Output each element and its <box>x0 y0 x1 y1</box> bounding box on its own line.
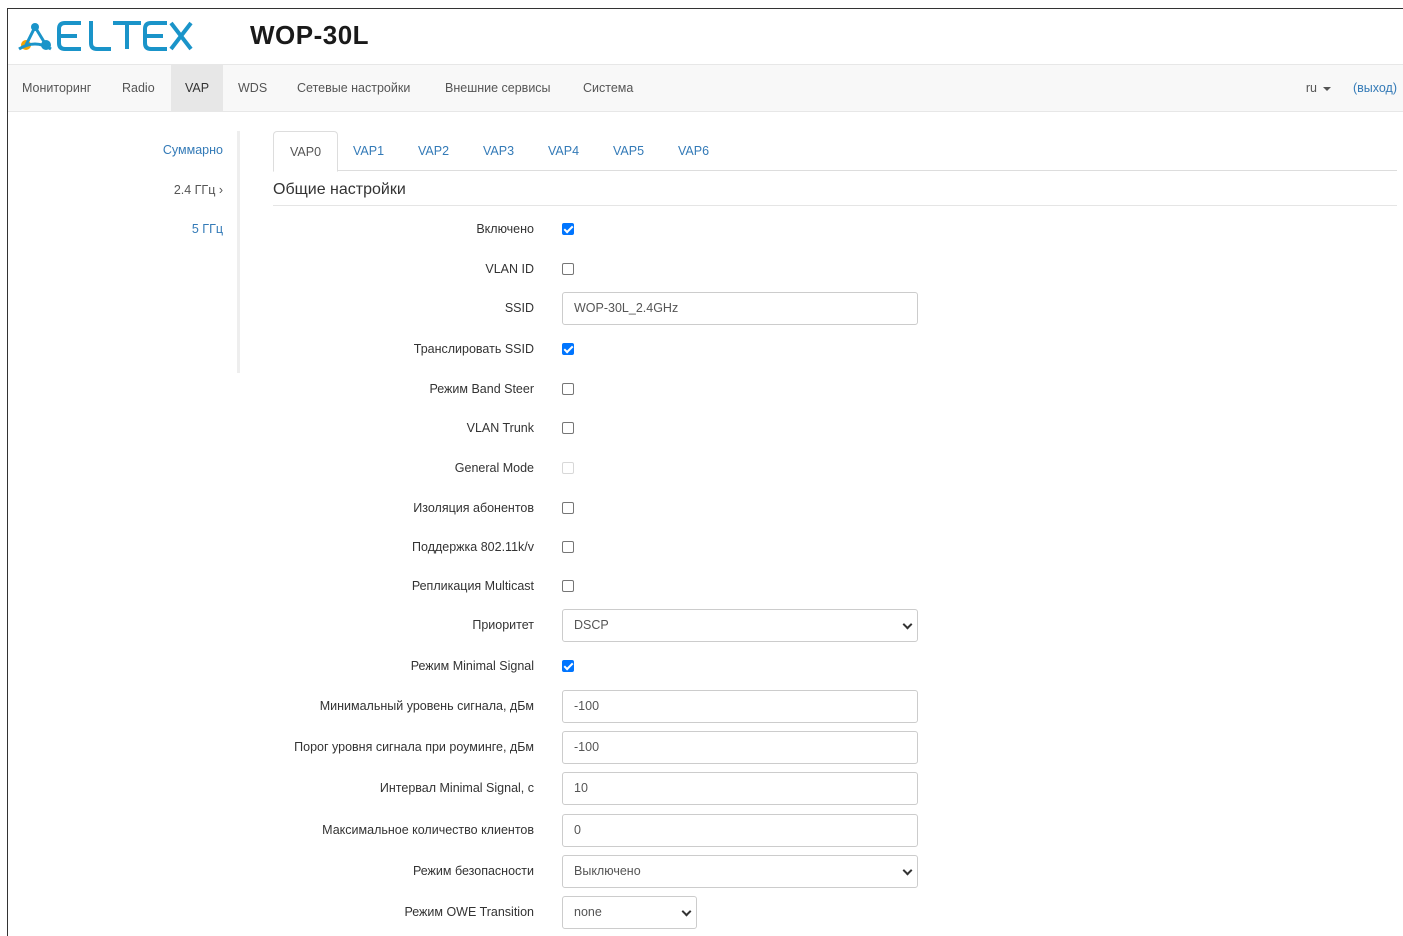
nav-item-system[interactable]: Система <box>569 65 647 111</box>
enabled-checkbox[interactable] <box>562 223 574 235</box>
row-ssid: SSID WOP-30L_2.4GHz <box>8 292 1008 325</box>
header: WOP-30L <box>8 9 1403 64</box>
row-enabled: Включено <box>8 213 1008 245</box>
label-isolation: Изоляция абонентов <box>413 501 534 515</box>
label-priority: Приоритет <box>472 618 534 632</box>
minimal-signal-checkbox[interactable] <box>562 660 574 672</box>
priority-value: DSCP <box>574 618 609 632</box>
row-vlan-id: VLAN ID <box>8 253 1008 285</box>
label-minimal-signal: Режим Minimal Signal <box>410 659 534 673</box>
label-max-clients: Максимальное количество клиентов <box>322 823 534 837</box>
caret-down-icon <box>1323 86 1331 91</box>
label-general-mode: General Mode <box>454 461 534 475</box>
nav-item-wds[interactable]: WDS <box>224 65 281 111</box>
language-label: ru <box>1305 81 1317 95</box>
tab-vap6[interactable]: VAP6 <box>662 131 725 171</box>
vlan-id-checkbox[interactable] <box>562 263 574 275</box>
label-roaming-threshold: Порог уровня сигнала при роуминге, дБм <box>294 740 534 754</box>
row-owe-transition: Режим OWE Transition none <box>8 896 1008 929</box>
max-clients-input[interactable]: 0 <box>562 814 918 847</box>
row-min-signal-level: Минимальный уровень сигнала, дБм -100 <box>8 690 1008 723</box>
row-priority: Приоритет DSCP <box>8 609 1008 642</box>
min-signal-level-input[interactable]: -100 <box>562 690 918 723</box>
vlan-trunk-checkbox[interactable] <box>562 422 574 434</box>
tab-vap2[interactable]: VAP2 <box>402 131 465 171</box>
label-80211kv: Поддержка 802.11k/v <box>412 540 534 554</box>
ssid-input[interactable]: WOP-30L_2.4GHz <box>562 292 918 325</box>
label-owe-transition: Режим OWE Transition <box>404 905 534 919</box>
chevron-down-icon <box>902 865 913 876</box>
tab-vap3[interactable]: VAP3 <box>467 131 530 171</box>
logout-link[interactable]: (выход) <box>1353 65 1397 111</box>
main-nav: Мониторинг Radio VAP WDS Сетевые настрой… <box>8 64 1403 112</box>
security-mode-select[interactable]: Выключено <box>562 855 918 888</box>
priority-select[interactable]: DSCP <box>562 609 918 642</box>
owe-transition-select[interactable]: none <box>562 896 697 929</box>
chevron-down-icon <box>902 619 913 630</box>
ms-interval-input[interactable]: 10 <box>562 772 918 805</box>
80211kv-checkbox[interactable] <box>562 541 574 553</box>
vap-tabs: VAP0 VAP1 VAP2 VAP3 VAP4 VAP5 VAP6 <box>273 131 1397 172</box>
row-80211kv: Поддержка 802.11k/v <box>8 531 1008 563</box>
nav-item-radio[interactable]: Radio <box>108 65 169 111</box>
row-band-steer: Режим Band Steer <box>8 373 1008 405</box>
tab-vap0[interactable]: VAP0 <box>273 131 339 172</box>
app-frame: WOP-30L Мониторинг Radio VAP WDS Сетевые… <box>7 8 1403 936</box>
row-minimal-signal: Режим Minimal Signal <box>8 650 1008 682</box>
eltex-logo <box>18 21 193 51</box>
tab-vap1[interactable]: VAP1 <box>337 131 400 171</box>
roaming-threshold-input[interactable]: -100 <box>562 731 918 764</box>
nav-item-monitoring[interactable]: Мониторинг <box>8 65 105 111</box>
sidebar-item-summary[interactable]: Суммарно <box>163 143 223 157</box>
label-enabled: Включено <box>476 222 534 236</box>
tab-vap5[interactable]: VAP5 <box>597 131 660 171</box>
row-isolation: Изоляция абонентов <box>8 492 1008 524</box>
nav-item-network[interactable]: Сетевые настройки <box>283 65 424 111</box>
chevron-down-icon <box>681 906 692 917</box>
label-multicast: Репликация Multicast <box>411 579 534 593</box>
broadcast-ssid-checkbox[interactable] <box>562 343 574 355</box>
label-band-steer: Режим Band Steer <box>429 382 534 396</box>
label-ms-interval: Интервал Minimal Signal, с <box>379 781 534 795</box>
row-security-mode: Режим безопасности Выключено <box>8 855 1008 888</box>
security-mode-value: Выключено <box>574 864 641 878</box>
row-general-mode: General Mode <box>8 452 1008 484</box>
general-mode-checkbox <box>562 462 574 474</box>
label-vlan-id: VLAN ID <box>485 262 534 276</box>
row-ms-interval: Интервал Minimal Signal, с 10 <box>8 772 1008 805</box>
language-dropdown[interactable]: ru <box>1306 65 1331 111</box>
device-model: WOP-30L <box>250 20 370 50</box>
nav-item-external[interactable]: Внешние сервисы <box>431 65 565 111</box>
row-roaming-threshold: Порог уровня сигнала при роуминге, дБм -… <box>8 731 1008 764</box>
row-max-clients: Максимальное количество клиентов 0 <box>8 814 1008 847</box>
row-vlan-trunk: VLAN Trunk <box>8 412 1008 444</box>
label-security-mode: Режим безопасности <box>412 864 534 878</box>
tab-vap4[interactable]: VAP4 <box>532 131 595 171</box>
row-multicast: Репликация Multicast <box>8 570 1008 602</box>
isolation-checkbox[interactable] <box>562 502 574 514</box>
row-broadcast-ssid: Транслировать SSID <box>8 333 1008 365</box>
label-min-signal-level: Минимальный уровень сигнала, дБм <box>319 699 534 713</box>
band-steer-checkbox[interactable] <box>562 383 574 395</box>
label-broadcast-ssid: Транслировать SSID <box>413 342 534 356</box>
owe-transition-value: none <box>574 905 602 919</box>
section-title: Общие настройки <box>273 181 1397 206</box>
label-ssid: SSID <box>504 301 534 315</box>
sidebar-item-2-4ghz[interactable]: 2.4 ГГц › <box>174 183 223 197</box>
nav-item-vap[interactable]: VAP <box>171 65 224 111</box>
label-vlan-trunk: VLAN Trunk <box>466 421 534 435</box>
multicast-checkbox[interactable] <box>562 580 574 592</box>
